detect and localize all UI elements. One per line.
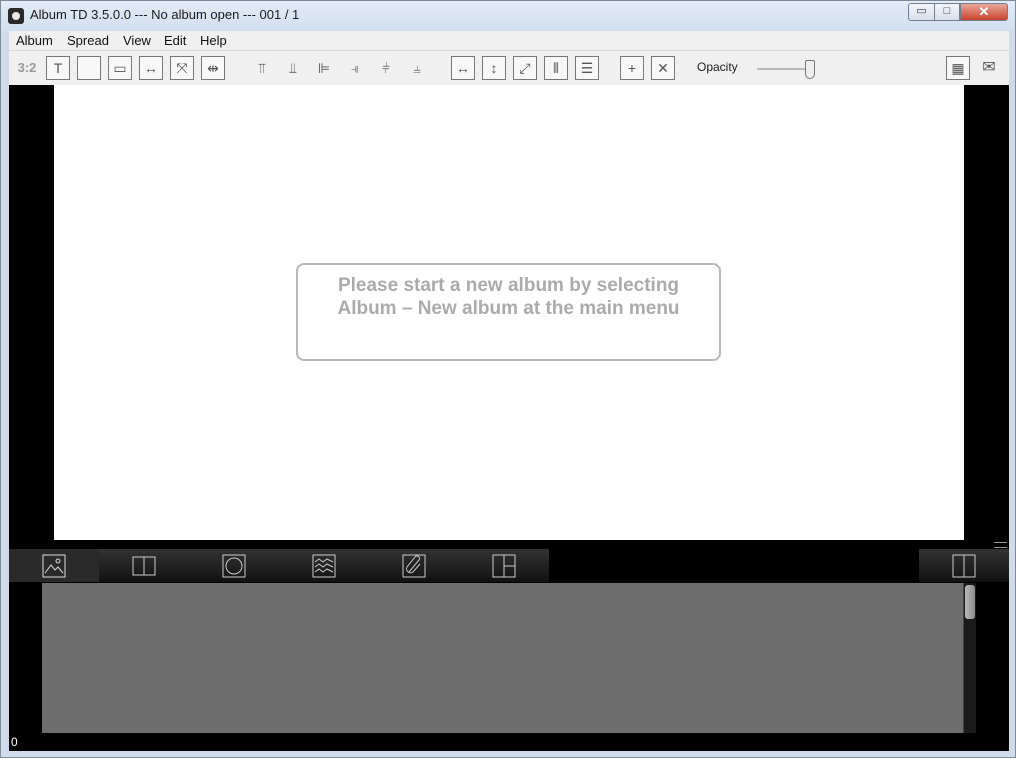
book-icon: [132, 556, 156, 575]
fit-width-icon[interactable]: ↔: [139, 56, 163, 80]
clipart-tab[interactable]: [369, 549, 459, 582]
menu-view[interactable]: View: [123, 33, 151, 48]
image-icon: [42, 554, 66, 577]
align-right-icon[interactable]: ⫣: [343, 56, 367, 80]
equal-size-icon[interactable]: ⤢: [513, 56, 537, 80]
scrollbar-thumb[interactable]: [965, 585, 975, 619]
layouts-tab[interactable]: [99, 549, 189, 582]
equal-width-icon[interactable]: ↔: [451, 56, 475, 80]
app-window: Album TD 3.5.0.0 --- No album open --- 0…: [0, 0, 1016, 758]
message-line-1: Please start a new album by selecting: [337, 275, 680, 296]
item-count: 0: [11, 735, 18, 749]
delete-frame-icon[interactable]: ✕: [651, 56, 675, 80]
opacity-label: Opacity: [697, 60, 738, 74]
menu-spread[interactable]: Spread: [67, 33, 109, 48]
paperclip-icon: [402, 554, 426, 577]
app-logo-icon: [8, 8, 24, 24]
thumbnail-scrollbar[interactable]: [963, 583, 976, 733]
toolbar: 3:2 T ▭ ↔ ⤧ ⇹ ⫪ ⫫ ⊫ ⫣ ⫩ ⫨ ↔ ↕ ⤢ ⦀ ☰ + ✕ …: [9, 51, 1009, 85]
align-bottom-icon[interactable]: ⫫: [281, 56, 305, 80]
distribute-horizontal-icon[interactable]: ⦀: [544, 56, 568, 80]
align-hcenter-icon[interactable]: ⫨: [405, 56, 429, 80]
asset-tabstrip: [9, 549, 549, 582]
asset-panel: 0: [9, 549, 1009, 751]
distribute-vertical-icon[interactable]: ☰: [575, 56, 599, 80]
page-panel-tab[interactable]: [919, 549, 1009, 582]
fit-frame-icon[interactable]: ▭: [108, 56, 132, 80]
circle-mask-icon: [222, 554, 246, 577]
title-bar[interactable]: Album TD 3.5.0.0 --- No album open --- 0…: [1, 1, 1015, 31]
maximize-button[interactable]: □: [934, 3, 960, 21]
template-icon: [492, 554, 516, 577]
images-tab[interactable]: [9, 549, 99, 582]
align-left-icon[interactable]: ⊫: [312, 56, 336, 80]
close-button[interactable]: ✕: [960, 3, 1008, 21]
text-frame-icon[interactable]: T: [46, 56, 70, 80]
menu-edit[interactable]: Edit: [164, 33, 186, 48]
album-page[interactable]: Please start a new album by selecting Al…: [54, 85, 964, 540]
panel-resize-grip[interactable]: [994, 542, 1007, 548]
comment-icon[interactable]: ✉: [977, 56, 1001, 80]
mirror-icon[interactable]: ⇹: [201, 56, 225, 80]
menu-bar: Album Spread View Edit Help: [9, 31, 1009, 51]
thumbnail-area[interactable]: [42, 583, 963, 733]
equal-height-icon[interactable]: ↕: [482, 56, 506, 80]
message-line-2: Album – New album at the main menu: [337, 298, 680, 319]
align-top-icon[interactable]: ⫪: [250, 56, 274, 80]
page-icon: [952, 554, 976, 577]
align-vcenter-icon[interactable]: ⫩: [374, 56, 398, 80]
backgrounds-tab[interactable]: [279, 549, 369, 582]
menu-help[interactable]: Help: [200, 33, 227, 48]
grid-icon[interactable]: ▦: [946, 56, 970, 80]
templates-tab[interactable]: [459, 549, 549, 582]
aspect-ratio-button[interactable]: 3:2: [15, 56, 39, 80]
fill-frame-icon[interactable]: ⤧: [170, 56, 194, 80]
spread-workspace: Please start a new album by selecting Al…: [9, 85, 1009, 549]
picture-frame-icon[interactable]: [77, 56, 101, 80]
minimize-button[interactable]: ▭: [908, 3, 934, 21]
masks-tab[interactable]: [189, 549, 279, 582]
background-icon: [312, 554, 336, 577]
menu-album[interactable]: Album: [16, 33, 53, 48]
opacity-slider-thumb[interactable]: [805, 60, 815, 79]
window-title: Album TD 3.5.0.0 --- No album open --- 0…: [30, 7, 300, 22]
empty-album-message: Please start a new album by selecting Al…: [296, 263, 721, 361]
add-frame-icon[interactable]: +: [620, 56, 644, 80]
